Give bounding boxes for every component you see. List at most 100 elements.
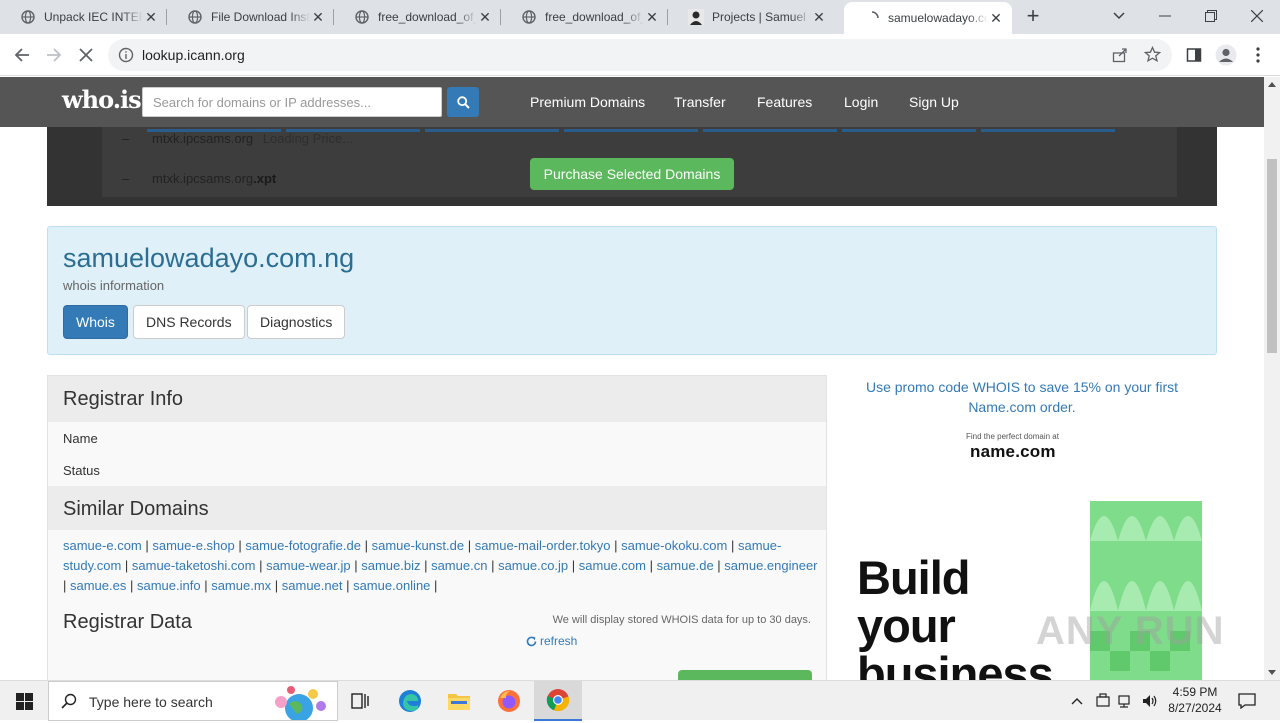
- similar-domain-link[interactable]: samue.net: [282, 578, 343, 593]
- close-window-button[interactable]: [1234, 0, 1280, 32]
- close-tab-icon[interactable]: ✕: [644, 9, 660, 25]
- nav-premium-domains[interactable]: Premium Domains: [530, 94, 645, 110]
- browser-toolbar: lookup.icann.org: [0, 34, 1280, 76]
- tab-search-button[interactable]: [1096, 0, 1142, 32]
- tab-whois[interactable]: Whois: [63, 305, 128, 339]
- suggestion-row[interactable]: mtxk.ipcsams.org.xpt: [152, 171, 276, 186]
- page-scrollbar[interactable]: [1264, 77, 1280, 680]
- edge-taskbar-button[interactable]: [386, 681, 434, 721]
- close-tab-icon[interactable]: ✕: [811, 9, 827, 25]
- show-hidden-icons-button[interactable]: [1071, 681, 1083, 721]
- namecom-logo[interactable]: name.com: [970, 442, 1056, 462]
- globe-icon: [187, 9, 203, 25]
- tab-title: free_download_of_: [545, 10, 644, 24]
- profile-button[interactable]: [1211, 40, 1241, 70]
- suggestion-price: Loading Price...: [262, 131, 354, 146]
- avatar-icon: [1215, 44, 1237, 66]
- browser-tab[interactable]: free_download_of_ ✕: [334, 0, 501, 34]
- similar-domain-link[interactable]: samue.de: [657, 558, 714, 573]
- similar-domain-link[interactable]: samue-taketoshi.com: [132, 558, 256, 573]
- namecom-tagline: Find the perfect domain at: [966, 432, 1059, 441]
- taskbar-clock[interactable]: 4:59 PM 8/27/2024: [1160, 684, 1230, 716]
- nav-features[interactable]: Features: [757, 94, 812, 110]
- edge-icon: [399, 690, 421, 712]
- suggestion-checkbox[interactable]: –: [122, 171, 129, 186]
- whois-logo[interactable]: who.is: [62, 85, 142, 114]
- browser-tab[interactable]: Unpack IEC INTERN ✕: [0, 0, 167, 34]
- globe-icon: [521, 9, 537, 25]
- nav-login[interactable]: Login: [844, 94, 878, 110]
- nav-transfer[interactable]: Transfer: [674, 94, 726, 110]
- similar-domain-link[interactable]: samue.mx: [211, 578, 271, 593]
- close-tab-icon[interactable]: ✕: [143, 9, 159, 25]
- similar-domain-link[interactable]: samue-e.com: [63, 538, 142, 553]
- stop-loading-button[interactable]: [71, 40, 101, 70]
- browser-tab-active[interactable]: samuelowadayo.co ✕: [844, 2, 1012, 34]
- suggestion-row[interactable]: mtxk.ipcsams.org Loading Price...: [152, 131, 353, 146]
- restore-button[interactable]: [1188, 0, 1234, 32]
- similar-domain-link[interactable]: samue-fotografie.de: [245, 538, 361, 553]
- purchase-selected-domains-button[interactable]: Purchase Selected Domains: [530, 158, 734, 190]
- close-tab-icon[interactable]: ✕: [988, 10, 1004, 26]
- task-view-button[interactable]: [336, 681, 384, 721]
- meet-now-icon[interactable]: [1095, 681, 1111, 721]
- tab-diagnostics[interactable]: Diagnostics: [247, 305, 346, 339]
- back-button[interactable]: [7, 40, 37, 70]
- similar-domain-link[interactable]: samue-kunst.de: [372, 538, 465, 553]
- firefox-taskbar-button[interactable]: [485, 681, 533, 721]
- similar-domain-link[interactable]: samue.online: [353, 578, 430, 593]
- bookmark-star-icon[interactable]: [1143, 45, 1162, 66]
- side-panel-icon: [1186, 48, 1202, 62]
- site-search-button[interactable]: [447, 87, 479, 117]
- green-action-button[interactable]: [678, 670, 812, 680]
- browser-tab[interactable]: Projects | Samuel O ✕: [668, 0, 835, 34]
- network-icon[interactable]: [1118, 681, 1134, 721]
- browser-tab[interactable]: File Download Inst ✕: [167, 0, 334, 34]
- promo-code-link[interactable]: Use promo code WHOIS to save 15% on your…: [858, 377, 1186, 417]
- globe-icon: [20, 9, 36, 25]
- similar-domain-link[interactable]: samue-e.shop: [152, 538, 234, 553]
- similar-domains-list: samue-e.com | samue-e.shop | samue-fotog…: [63, 538, 818, 593]
- similar-domain-link[interactable]: samue.cn: [431, 558, 487, 573]
- tab-dns-records[interactable]: DNS Records: [133, 305, 245, 339]
- site-info-icon[interactable]: [118, 47, 134, 63]
- forward-button[interactable]: [39, 40, 69, 70]
- minimize-button[interactable]: [1142, 0, 1188, 32]
- similar-domain-link[interactable]: samue.com: [579, 558, 646, 573]
- similar-domain-link[interactable]: samue.co.jp: [498, 558, 568, 573]
- similar-domain-link[interactable]: samue-wear.jp: [266, 558, 351, 573]
- similar-domain-link[interactable]: samue-okoku.com: [621, 538, 727, 553]
- similar-domain-link[interactable]: samue.engineer: [724, 558, 817, 573]
- file-explorer-taskbar-button[interactable]: [435, 681, 483, 721]
- similar-domain-link[interactable]: samue.info: [137, 578, 201, 593]
- domain-subtitle: whois information: [63, 278, 165, 293]
- similar-domain-link[interactable]: samue-mail-order.tokyo: [475, 538, 611, 553]
- chevron-up-icon: [1071, 698, 1083, 705]
- side-panel-button[interactable]: [1179, 40, 1209, 70]
- similar-domain-link[interactable]: samue.biz: [361, 558, 420, 573]
- browser-menu-button[interactable]: [1243, 40, 1273, 70]
- suggestion-checkbox[interactable]: –: [122, 131, 129, 146]
- volume-icon[interactable]: [1142, 681, 1158, 721]
- address-bar[interactable]: lookup.icann.org: [108, 39, 1172, 71]
- tab-title: free_download_of_: [378, 10, 477, 24]
- suggestion-domain: mtxk.ipcsams.org: [152, 131, 254, 146]
- similar-domain-link[interactable]: samue.es: [70, 578, 126, 593]
- start-button[interactable]: [0, 681, 48, 721]
- site-search-input[interactable]: Search for domains or IP addresses...: [142, 87, 442, 117]
- notifications-button[interactable]: [1238, 681, 1256, 721]
- browser-tab[interactable]: free_download_of_ ✕: [501, 0, 668, 34]
- chrome-taskbar-button[interactable]: [534, 681, 582, 721]
- refresh-link[interactable]: refresh: [526, 634, 577, 648]
- ad-headline[interactable]: Build your business: [857, 554, 1054, 681]
- search-icon: [456, 95, 470, 109]
- close-tab-icon[interactable]: ✕: [477, 9, 493, 25]
- new-tab-button[interactable]: +: [1021, 5, 1045, 29]
- close-tab-icon[interactable]: ✕: [310, 9, 326, 25]
- taskbar-search-box[interactable]: Type here to search: [48, 681, 338, 722]
- nav-sign-up[interactable]: Sign Up: [909, 94, 959, 110]
- chevron-down-icon: [1113, 12, 1125, 20]
- registrar-name-label: Name: [63, 431, 98, 446]
- site-header: who.is Search for domains or IP addresse…: [0, 77, 1264, 127]
- share-icon[interactable]: [1112, 47, 1128, 66]
